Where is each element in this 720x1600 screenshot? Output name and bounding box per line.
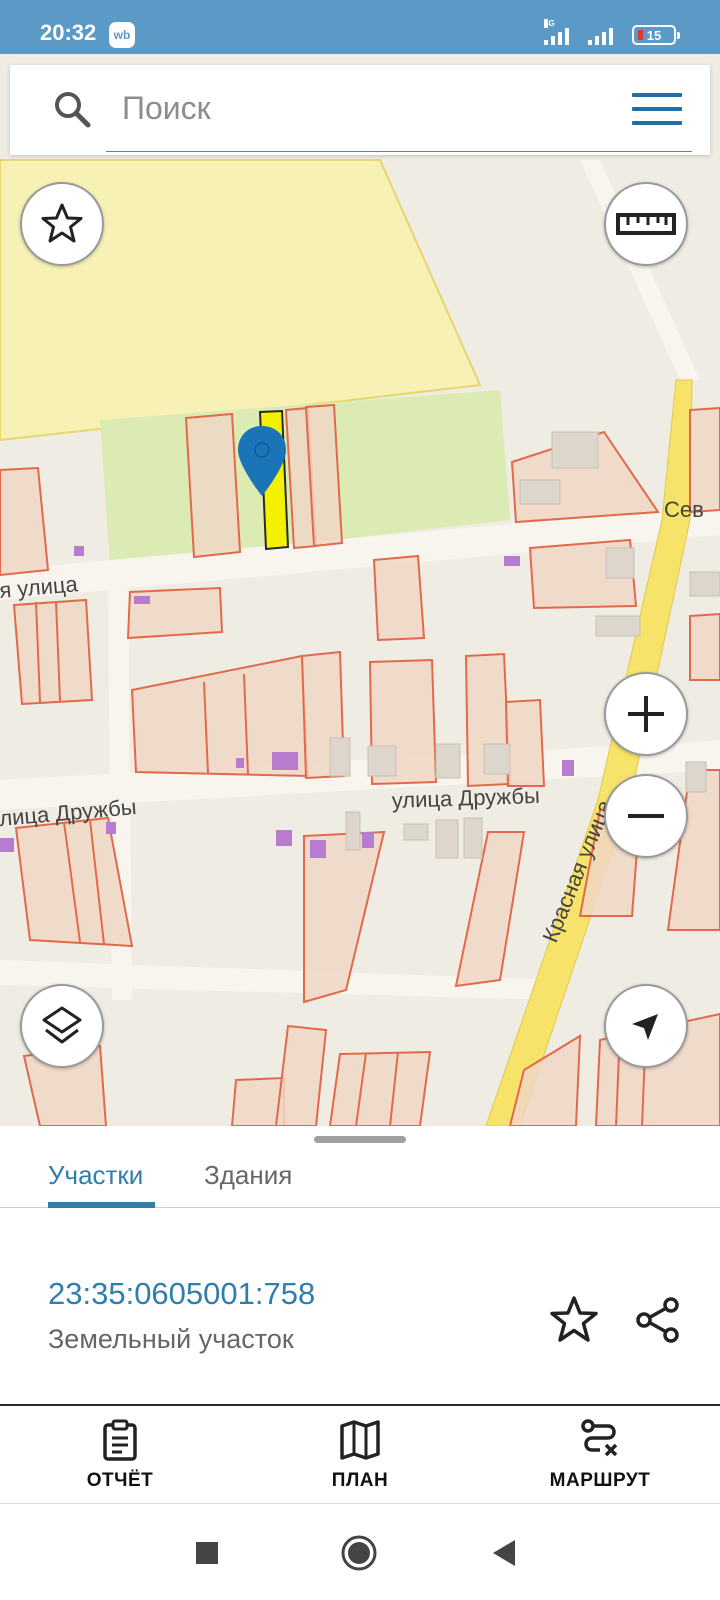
plan-label: ПЛАН [331, 1470, 389, 1491]
cadastral-number[interactable]: 23:35:0605001:758 [48, 1276, 315, 1312]
cellular-4g-icon: 4G [544, 19, 574, 45]
home-circle-icon [341, 1535, 377, 1571]
ruler-button[interactable] [604, 182, 688, 266]
zoom-in-button[interactable] [604, 672, 688, 756]
recents-button[interactable] [184, 1530, 230, 1576]
wb-app-icon: wb [109, 22, 135, 48]
action-bar: ОТЧЁТ ПЛАН МАРШРУТ [0, 1404, 720, 1504]
street-label-1: я улица [0, 571, 79, 603]
ruler-icon [616, 213, 676, 235]
zoom-out-button[interactable] [604, 774, 688, 858]
layers-icon [42, 1006, 82, 1044]
favorite-map-button[interactable] [20, 182, 104, 266]
status-bar: 20:32 wb 4G 15 [0, 0, 720, 54]
zoom-out-icon [628, 814, 664, 818]
favorite-star-icon[interactable] [548, 1294, 600, 1346]
parcel-type: Земельный участок [48, 1324, 294, 1354]
street-label-4: улица Дружбы [391, 783, 540, 813]
route-label: МАРШРУТ [549, 1470, 651, 1491]
system-navigation-bar [0, 1505, 720, 1600]
search-icon[interactable] [52, 89, 92, 129]
back-triangle-icon [493, 1540, 515, 1566]
tab-indicator [48, 1202, 155, 1208]
search-input[interactable] [106, 81, 586, 135]
recents-square-icon [196, 1542, 218, 1564]
drag-handle[interactable] [314, 1136, 406, 1143]
share-icon[interactable] [632, 1294, 684, 1346]
plan-button[interactable]: ПЛАН [240, 1406, 480, 1503]
tab-parcels[interactable]: Участки [48, 1160, 143, 1191]
status-icons: 4G 15 [544, 19, 680, 48]
map-icon [340, 1420, 380, 1460]
home-button[interactable] [336, 1530, 382, 1576]
back-button[interactable] [482, 1530, 528, 1576]
network-type-label: 4G [544, 19, 555, 28]
report-button[interactable]: ОТЧЁТ [0, 1406, 240, 1503]
tab-buildings[interactable]: Здания [204, 1160, 292, 1191]
menu-icon[interactable] [632, 89, 682, 129]
search-bar [10, 65, 710, 155]
zoom-in-icon [628, 696, 664, 732]
search-underline [106, 151, 692, 152]
layers-button[interactable] [20, 984, 104, 1068]
cellular-signal-icon [588, 25, 618, 45]
battery-icon: 15 [632, 25, 680, 45]
route-icon [581, 1419, 618, 1457]
report-label: ОТЧЁТ [86, 1470, 154, 1491]
star-icon [41, 203, 83, 243]
route-button[interactable]: МАРШРУТ [480, 1406, 720, 1503]
navigation-icon [632, 1014, 658, 1040]
street-label-2: Сев [664, 497, 704, 522]
clipboard-icon [103, 1419, 137, 1461]
my-location-button[interactable] [604, 984, 688, 1068]
status-time: 20:32 [40, 20, 97, 45]
tab-bar: Участки Здания [0, 1148, 720, 1208]
battery-level: 15 [646, 27, 662, 43]
